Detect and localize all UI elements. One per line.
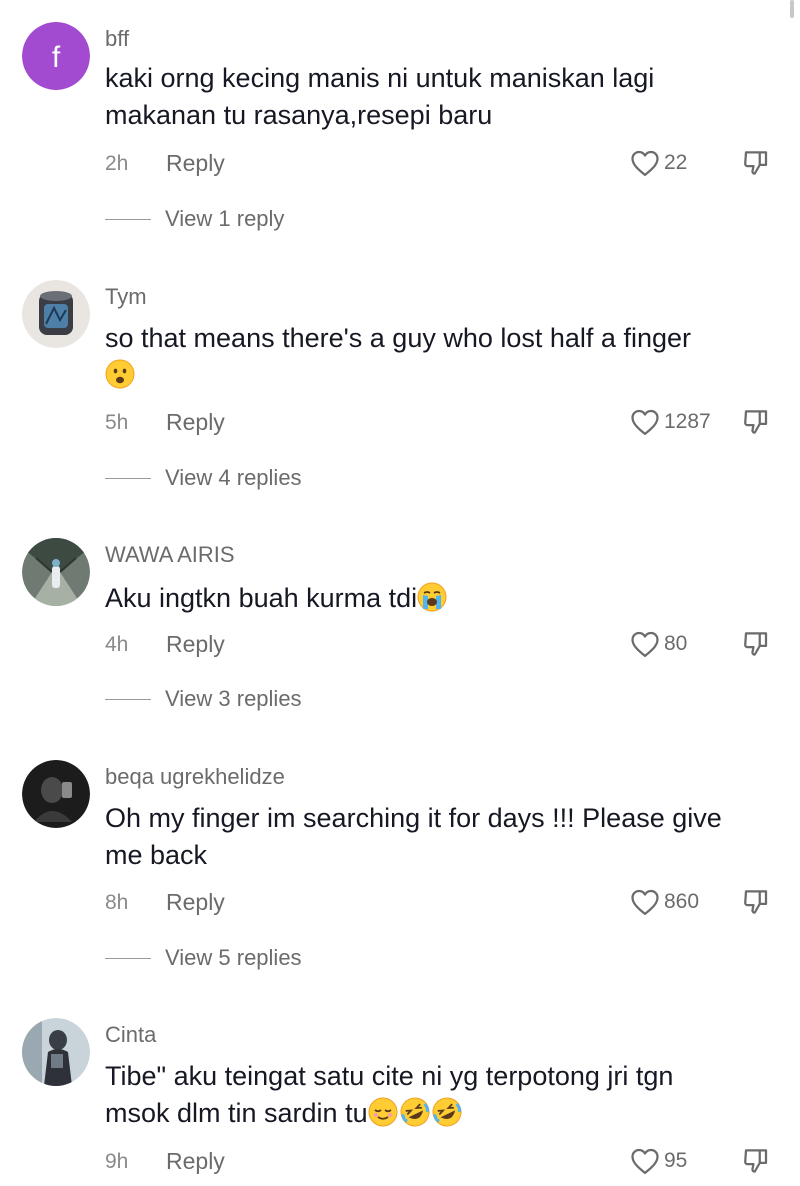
like-button[interactable]: 22	[630, 148, 687, 178]
scrollbar[interactable]	[790, 0, 794, 18]
comment-text-line2: msok dlm tin sardin tu	[105, 1098, 368, 1128]
comment-text: Tibe" aku teingat satu cite ni yg terpot…	[105, 1058, 765, 1132]
view-replies-label: View 5 replies	[165, 945, 302, 970]
replies-divider	[105, 218, 151, 220]
like-count: 80	[664, 632, 688, 655]
thumbs-down-icon	[744, 890, 768, 914]
comment-time: 8h	[105, 891, 129, 914]
avatar[interactable]	[22, 760, 90, 828]
avatar[interactable]	[22, 1018, 90, 1086]
dislike-button[interactable]	[741, 407, 771, 437]
heart-outline-icon	[631, 889, 659, 915]
heart-outline-icon	[631, 150, 659, 176]
comment-time: 2h	[105, 152, 129, 175]
heart-outline-icon	[631, 409, 659, 435]
loudly-crying-face-emoji	[417, 582, 447, 612]
like-button[interactable]: 860	[630, 887, 699, 917]
relieved-face-emoji	[368, 1097, 398, 1127]
dislike-button[interactable]	[741, 1146, 771, 1176]
comment-username[interactable]: Tym	[105, 284, 147, 310]
replies-divider	[105, 957, 151, 959]
reply-button[interactable]: Reply	[166, 631, 225, 658]
like-button[interactable]: 1287	[630, 407, 711, 437]
heart-outline-icon	[631, 1148, 659, 1174]
comment-text-content: so that means there's a guy who lost hal…	[105, 323, 691, 353]
comment-text: Oh my finger im searching it for days !!…	[105, 803, 722, 870]
view-replies-label: View 1 reply	[165, 206, 285, 231]
view-replies-button[interactable]: View 4 replies	[105, 463, 302, 493]
comment-time: 5h	[105, 411, 129, 434]
comment-username[interactable]: bff	[105, 26, 129, 52]
like-button[interactable]: 80	[630, 629, 687, 659]
thumbs-down-icon	[744, 632, 768, 656]
comment-username[interactable]: beqa ugrekhelidze	[105, 764, 285, 790]
comment-username[interactable]: WAWA AIRIS	[105, 542, 235, 568]
replies-divider	[105, 698, 151, 700]
dislike-button[interactable]	[741, 629, 771, 659]
heart-outline-icon	[631, 631, 659, 657]
rolling-laughing-emoji	[400, 1097, 430, 1127]
replies-divider	[105, 477, 151, 479]
frowning-face-emoji	[105, 359, 135, 389]
reply-button[interactable]: Reply	[166, 150, 225, 177]
avatar[interactable]	[22, 280, 90, 348]
comment-text-line1: Tibe" aku teingat satu cite ni yg terpot…	[105, 1061, 674, 1091]
rolling-laughing-emoji	[432, 1097, 462, 1127]
like-count: 95	[664, 1149, 688, 1172]
reply-button[interactable]: Reply	[166, 1148, 225, 1175]
reply-button[interactable]: Reply	[166, 409, 225, 436]
comment-text: so that means there's a guy who lost hal…	[105, 320, 765, 394]
view-replies-label: View 4 replies	[165, 465, 302, 490]
dislike-button[interactable]	[741, 887, 771, 917]
avatar-letter: f	[52, 41, 61, 74]
comment-time: 4h	[105, 633, 129, 656]
comment-text: Aku ingtkn buah kurma tdi	[105, 580, 765, 617]
like-count: 860	[664, 890, 700, 913]
thumbs-down-icon	[744, 151, 768, 175]
comment-text-content: Aku ingtkn buah kurma tdi	[105, 583, 418, 613]
like-count: 1287	[664, 410, 711, 433]
thumbs-down-icon	[744, 1149, 768, 1173]
view-replies-label: View 3 replies	[165, 686, 302, 711]
comment-text: kaki orng kecing manis ni untuk maniskan…	[105, 63, 655, 130]
dislike-button[interactable]	[741, 148, 771, 178]
comment-username[interactable]: Cinta	[105, 1022, 156, 1048]
avatar[interactable]	[22, 538, 90, 606]
view-replies-button[interactable]: View 5 replies	[105, 943, 302, 973]
comment-time: 9h	[105, 1150, 129, 1173]
like-count: 22	[664, 151, 688, 174]
view-replies-button[interactable]: View 1 reply	[105, 204, 284, 234]
reply-button[interactable]: Reply	[166, 889, 225, 916]
thumbs-down-icon	[744, 410, 768, 434]
view-replies-button[interactable]: View 3 replies	[105, 684, 302, 714]
like-button[interactable]: 95	[630, 1146, 687, 1176]
avatar[interactable]: f	[22, 22, 90, 90]
